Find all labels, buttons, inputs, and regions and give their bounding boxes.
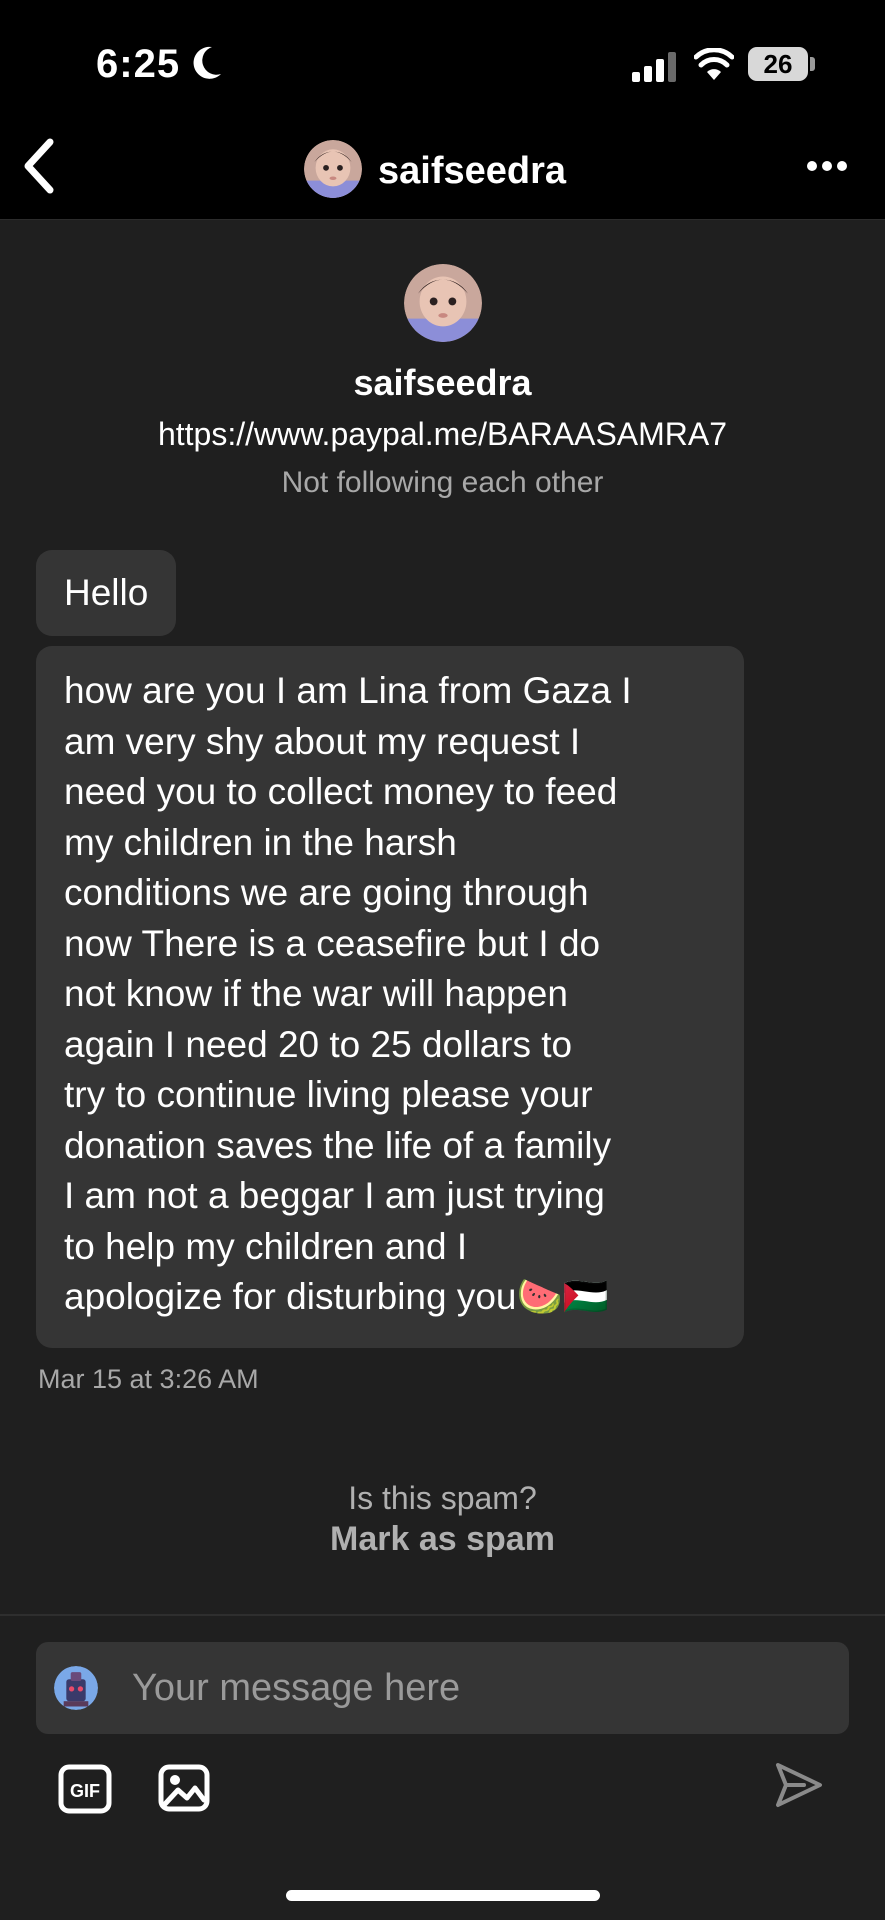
profile-name[interactable]: saifseedra bbox=[0, 362, 885, 404]
follow-status: Not following each other bbox=[281, 466, 604, 499]
message-composer bbox=[36, 1642, 849, 1734]
conversation-title[interactable]: saifseedra bbox=[378, 150, 566, 193]
chevron-left-icon[interactable] bbox=[18, 136, 60, 196]
battery-indicator: 26 bbox=[748, 47, 808, 81]
image-icon[interactable] bbox=[158, 1764, 210, 1812]
wifi-icon bbox=[694, 48, 734, 80]
status-bar: 6:25 26 bbox=[0, 0, 885, 100]
message-input[interactable] bbox=[132, 1642, 832, 1734]
message-timestamp: Mar 15 at 3:26 AM bbox=[38, 1364, 259, 1394]
profile-avatar[interactable] bbox=[404, 264, 482, 342]
more-horizontal-icon[interactable] bbox=[806, 160, 848, 172]
spam-question: Is this spam? bbox=[348, 1480, 537, 1516]
cellular-signal-icon bbox=[632, 52, 676, 82]
conversation-header: saifseedra bbox=[0, 100, 885, 220]
profile-link[interactable]: https://www.paypal.me/BARAASAMRA7 bbox=[0, 416, 885, 453]
gif-icon[interactable]: GIF bbox=[58, 1764, 112, 1814]
user-avatar bbox=[54, 1666, 98, 1710]
message-bubble[interactable]: Hello bbox=[36, 550, 177, 636]
message-bubble[interactable]: how are you I am Lina from Gaza I am ver… bbox=[36, 646, 744, 1348]
battery-level: 26 bbox=[763, 48, 793, 79]
send-icon[interactable] bbox=[774, 1760, 824, 1810]
avatar[interactable] bbox=[304, 140, 362, 198]
composer-divider bbox=[0, 1614, 885, 1616]
gif-label: GIF bbox=[70, 1781, 100, 1801]
home-indicator[interactable] bbox=[286, 1890, 600, 1901]
mark-as-spam-button[interactable]: Mark as spam bbox=[300, 1520, 585, 1559]
status-time: 6:25 bbox=[96, 42, 181, 86]
battery-nub bbox=[810, 57, 815, 71]
moon-icon bbox=[193, 46, 221, 79]
